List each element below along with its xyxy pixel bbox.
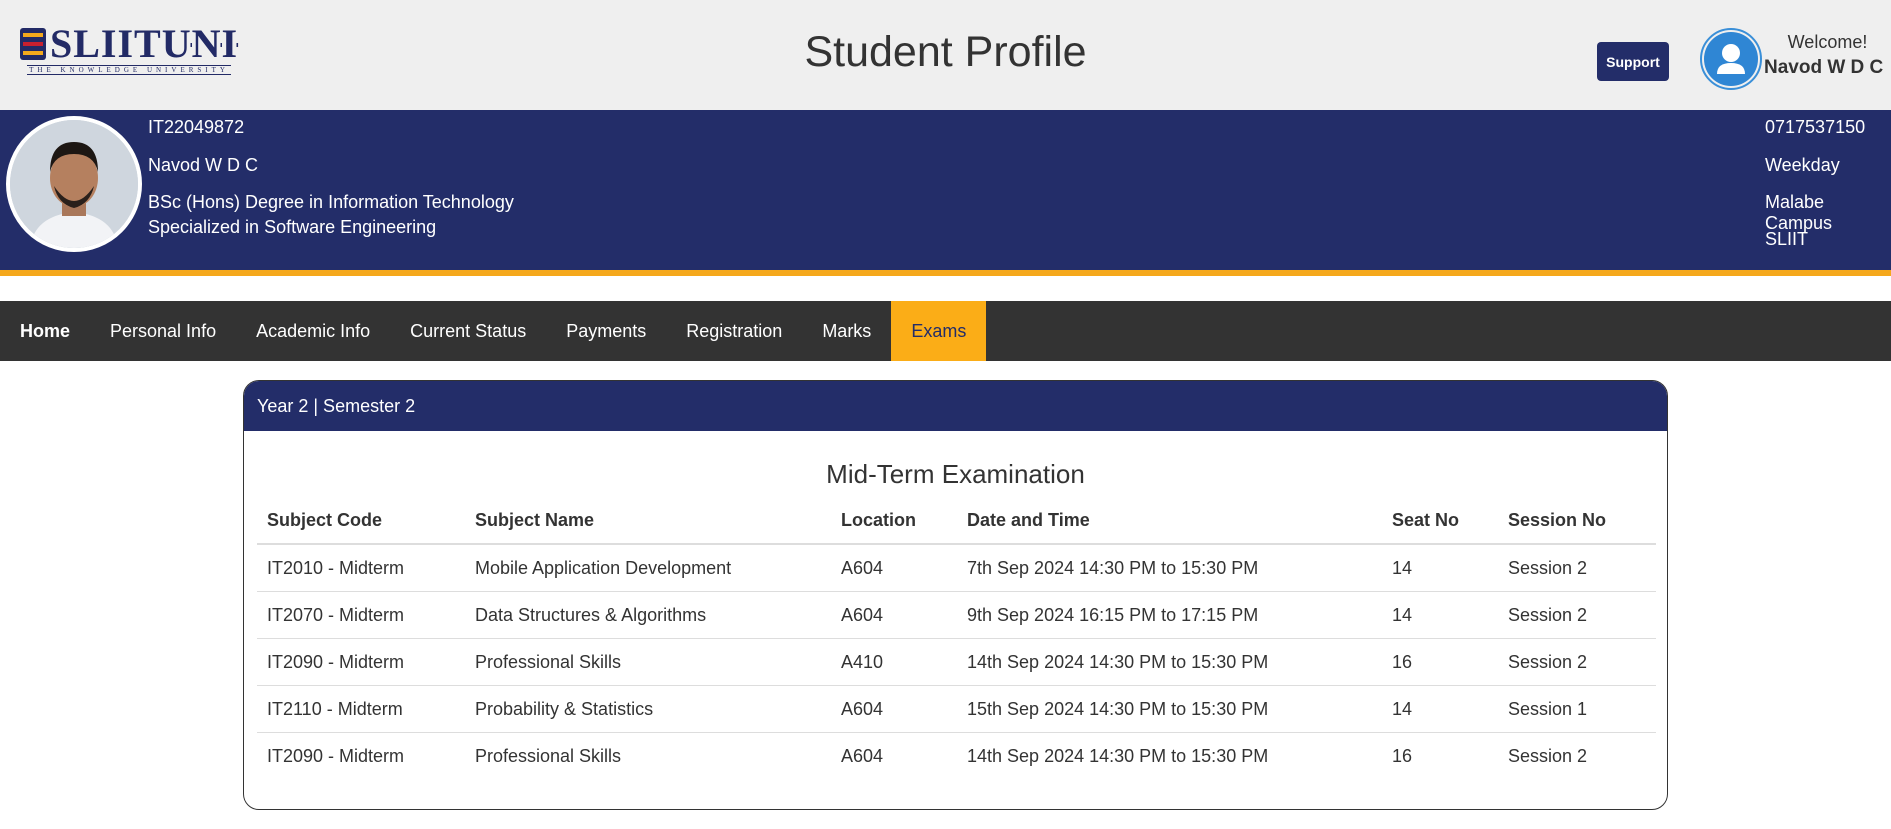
subject-code: IT2090 - Midterm	[257, 732, 465, 779]
student-id: IT22049872	[148, 117, 245, 137]
user-avatar[interactable]	[1700, 28, 1762, 90]
user-icon	[1704, 32, 1758, 86]
session-no: Session 2	[1498, 591, 1656, 639]
top-header: SLIITUNI THE KNOWLEDGE UNIVERSITY Studen…	[0, 0, 1891, 110]
date-time: 7th Sep 2024 14:30 PM to 15:30 PM	[957, 543, 1382, 592]
table-header-row: Subject Code Subject Name Location Date …	[257, 500, 1656, 545]
col-subject-code: Subject Code	[257, 500, 465, 545]
degree-line-2: Specialized in Software Engineering	[148, 217, 437, 237]
seat-no: 16	[1382, 732, 1498, 779]
campus: Malabe Campus	[1765, 192, 1833, 233]
table-row: IT2110 - Midterm Probability & Statistic…	[257, 685, 1656, 733]
subject-name: Data Structures & Algorithms	[465, 591, 831, 639]
table-row: IT2070 - Midterm Data Structures & Algor…	[257, 591, 1656, 639]
batch-type: Weekday	[1765, 155, 1840, 175]
session-no: Session 2	[1498, 732, 1656, 779]
student-photo	[6, 116, 142, 252]
support-button[interactable]: Support	[1597, 42, 1669, 81]
nav-exams[interactable]: Exams	[891, 301, 987, 361]
location: A604	[831, 591, 957, 639]
subject-name: Professional Skills	[465, 732, 831, 779]
nav-personal-info[interactable]: Personal Info	[90, 301, 236, 361]
col-date-time: Date and Time	[957, 500, 1382, 545]
col-seat-no: Seat No	[1382, 500, 1498, 545]
col-subject-name: Subject Name	[465, 500, 831, 545]
subject-code: IT2070 - Midterm	[257, 591, 465, 639]
subject-name: Probability & Statistics	[465, 685, 831, 733]
institute: SLIIT	[1765, 229, 1809, 249]
date-time: 9th Sep 2024 16:15 PM to 17:15 PM	[957, 591, 1382, 639]
student-phone: 0717537150	[1765, 117, 1866, 137]
subject-name: Mobile Application Development	[465, 543, 831, 592]
nav-registration[interactable]: Registration	[666, 301, 802, 361]
nav-marks[interactable]: Marks	[802, 301, 891, 361]
subject-name: Professional Skills	[465, 638, 831, 686]
col-location: Location	[831, 500, 957, 545]
welcome-text: Welcome!	[1787, 32, 1868, 52]
nav-current-status[interactable]: Current Status	[390, 301, 546, 361]
session-no: Session 2	[1498, 638, 1656, 686]
exam-title: Mid-Term Examination	[826, 459, 1085, 489]
nav-academic-info[interactable]: Academic Info	[236, 301, 390, 361]
subject-code: IT2090 - Midterm	[257, 638, 465, 686]
table-row: IT2010 - Midterm Mobile Application Deve…	[257, 543, 1656, 592]
exam-table: Subject Code Subject Name Location Date …	[257, 500, 1656, 779]
semester-header: Year 2 | Semester 2	[244, 381, 1667, 431]
col-session-no: Session No	[1498, 500, 1656, 545]
session-no: Session 1	[1498, 685, 1656, 733]
date-time: 15th Sep 2024 14:30 PM to 15:30 PM	[957, 685, 1382, 733]
subject-code: IT2010 - Midterm	[257, 543, 465, 592]
nav-home[interactable]: Home	[0, 301, 90, 361]
profile-band: IT22049872 Navod W D C BSc (Hons) Degree…	[0, 110, 1891, 276]
welcome-user-name: Navod W D C	[1764, 57, 1884, 78]
table-row: IT2090 - Midterm Professional Skills A60…	[257, 732, 1656, 779]
session-no: Session 2	[1498, 543, 1656, 592]
location: A604	[831, 685, 957, 733]
table-row: IT2090 - Midterm Professional Skills A41…	[257, 638, 1656, 686]
location: A410	[831, 638, 957, 686]
location: A604	[831, 543, 957, 592]
location: A604	[831, 732, 957, 779]
nav-payments[interactable]: Payments	[546, 301, 666, 361]
seat-no: 14	[1382, 543, 1498, 592]
student-name: Navod W D C	[148, 155, 259, 175]
exam-card: Year 2 | Semester 2 Mid-Term Examination…	[243, 380, 1668, 810]
seat-no: 14	[1382, 591, 1498, 639]
degree-line-1: BSc (Hons) Degree in Information Technol…	[148, 192, 514, 212]
main-nav: Home Personal Info Academic Info Current…	[0, 301, 1891, 361]
seat-no: 16	[1382, 638, 1498, 686]
date-time: 14th Sep 2024 14:30 PM to 15:30 PM	[957, 638, 1382, 686]
date-time: 14th Sep 2024 14:30 PM to 15:30 PM	[957, 732, 1382, 779]
seat-no: 14	[1382, 685, 1498, 733]
subject-code: IT2110 - Midterm	[257, 685, 465, 733]
